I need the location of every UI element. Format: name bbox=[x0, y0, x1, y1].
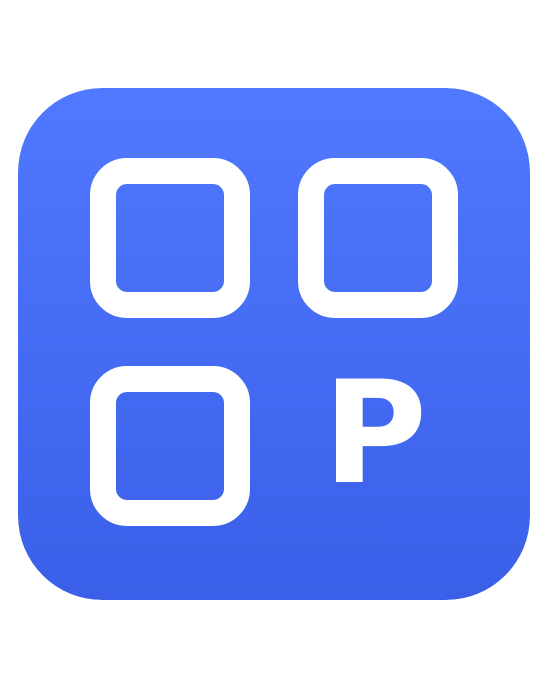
app-icon-graphic: P bbox=[18, 88, 530, 600]
canvas: P bbox=[0, 0, 553, 696]
app-grid-icon: P bbox=[18, 88, 530, 600]
icon-background bbox=[18, 88, 530, 600]
letter-glyph: P bbox=[323, 351, 427, 516]
